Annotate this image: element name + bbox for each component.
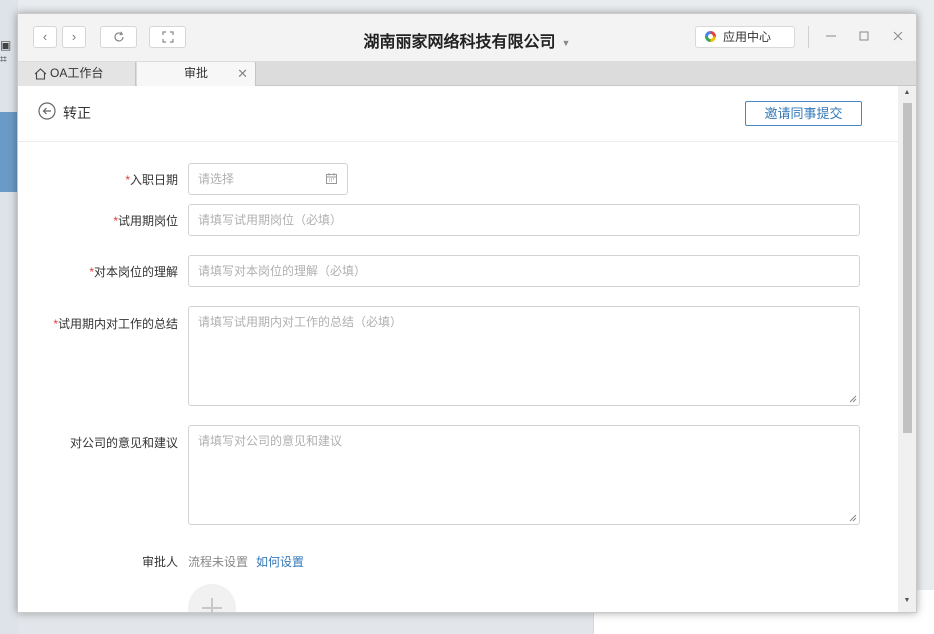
- titlebar-divider: [808, 26, 809, 48]
- position-understanding-input[interactable]: 请填写对本岗位的理解（必填）: [188, 255, 860, 287]
- probation-position-input[interactable]: 请填写试用期岗位（必填）: [188, 204, 860, 236]
- how-to-setup-link[interactable]: 如何设置: [256, 553, 304, 570]
- company-name: 湖南丽家网络科技有限公司: [363, 34, 556, 51]
- minimize-icon: [826, 35, 836, 37]
- tab-oa-workbench[interactable]: OA工作台: [18, 62, 136, 86]
- entry-date-label-text: 入职日期: [129, 173, 178, 187]
- chevron-down-icon: ▼: [561, 37, 571, 48]
- close-icon: [893, 31, 903, 41]
- scroll-thumb[interactable]: [903, 103, 912, 433]
- suggestions-label: 对公司的意见和建议: [70, 434, 178, 451]
- probation-summary-label-text: 试用期内对工作的总结: [57, 317, 178, 331]
- entry-date-label: *入职日期: [125, 171, 178, 188]
- page-title: 转正: [63, 105, 91, 121]
- probation-summary-placeholder: 请填写试用期内对工作的总结（必填）: [198, 315, 403, 329]
- page-header: 转正 邀请同事提交: [18, 86, 898, 142]
- tab-approval[interactable]: 审批 ✕: [137, 62, 256, 86]
- position-understanding-label-text: 对本岗位的理解: [93, 265, 178, 279]
- form-page: 转正 邀请同事提交 *入职日期 请选择 *试用期岗位 请填写试用期岗位（必填） …: [18, 86, 898, 612]
- resize-grip-icon[interactable]: [849, 514, 857, 522]
- suggestions-label-text: 对公司的意见和建议: [69, 436, 178, 450]
- approver-label: 审批人: [141, 555, 178, 569]
- close-tab-icon[interactable]: ✕: [237, 62, 248, 85]
- maximize-icon: [859, 31, 869, 41]
- approval-window: ‹ › 湖南丽家网络科技有限公司 ▼ 应用中心 OA工作台 审批 ✕ 转正 邀请…: [17, 13, 917, 613]
- suggestions-textarea[interactable]: 请填写对公司的意见和建议: [188, 425, 860, 525]
- scroll-up-arrow-icon[interactable]: ▲: [902, 89, 912, 96]
- tab-label: OA工作台: [50, 66, 104, 80]
- probation-summary-textarea[interactable]: 请填写试用期内对工作的总结（必填）: [188, 306, 860, 406]
- maximize-button[interactable]: [855, 28, 873, 46]
- app-center-label: 应用中心: [723, 30, 772, 44]
- app-center-icon: [705, 31, 716, 42]
- calendar-icon: [326, 173, 337, 184]
- app-center-button[interactable]: 应用中心: [695, 26, 795, 48]
- minimize-button[interactable]: [822, 28, 840, 46]
- scroll-down-arrow-icon[interactable]: ▼: [902, 597, 912, 604]
- probation-position-placeholder: 请填写试用期岗位（必填）: [198, 213, 343, 227]
- entry-date-picker[interactable]: 请选择: [188, 163, 348, 195]
- position-understanding-label: *对本岗位的理解: [89, 263, 178, 280]
- add-approver-button[interactable]: [188, 584, 236, 612]
- vertical-scrollbar[interactable]: ▲ ▼: [898, 86, 916, 612]
- suggestions-placeholder: 请填写对公司的意见和建议: [198, 434, 343, 448]
- probation-position-label: *试用期岗位: [113, 212, 178, 229]
- close-window-button[interactable]: [889, 28, 907, 46]
- back-arrow-icon[interactable]: [38, 102, 56, 120]
- probation-position-label-text: 试用期岗位: [117, 214, 178, 228]
- tab-label: 审批: [183, 66, 208, 80]
- tab-bar: OA工作台 审批 ✕: [18, 61, 916, 86]
- background-app-bottom: [18, 614, 594, 634]
- background-app-icons: ▣ ⌗: [0, 38, 12, 66]
- resize-grip-icon[interactable]: [849, 395, 857, 403]
- position-understanding-placeholder: 请填写对本岗位的理解（必填）: [198, 264, 367, 278]
- probation-summary-label: *试用期内对工作的总结: [53, 315, 178, 332]
- approver-status: 流程未设置: [188, 555, 249, 569]
- invite-colleague-button[interactable]: 邀请同事提交: [745, 101, 862, 126]
- title-bar: ‹ › 湖南丽家网络科技有限公司 ▼ 应用中心: [18, 14, 916, 61]
- background-app-sidebar: [0, 0, 18, 634]
- entry-date-placeholder: 请选择: [198, 172, 235, 186]
- home-icon: [34, 68, 47, 80]
- background-app-band: [0, 112, 18, 192]
